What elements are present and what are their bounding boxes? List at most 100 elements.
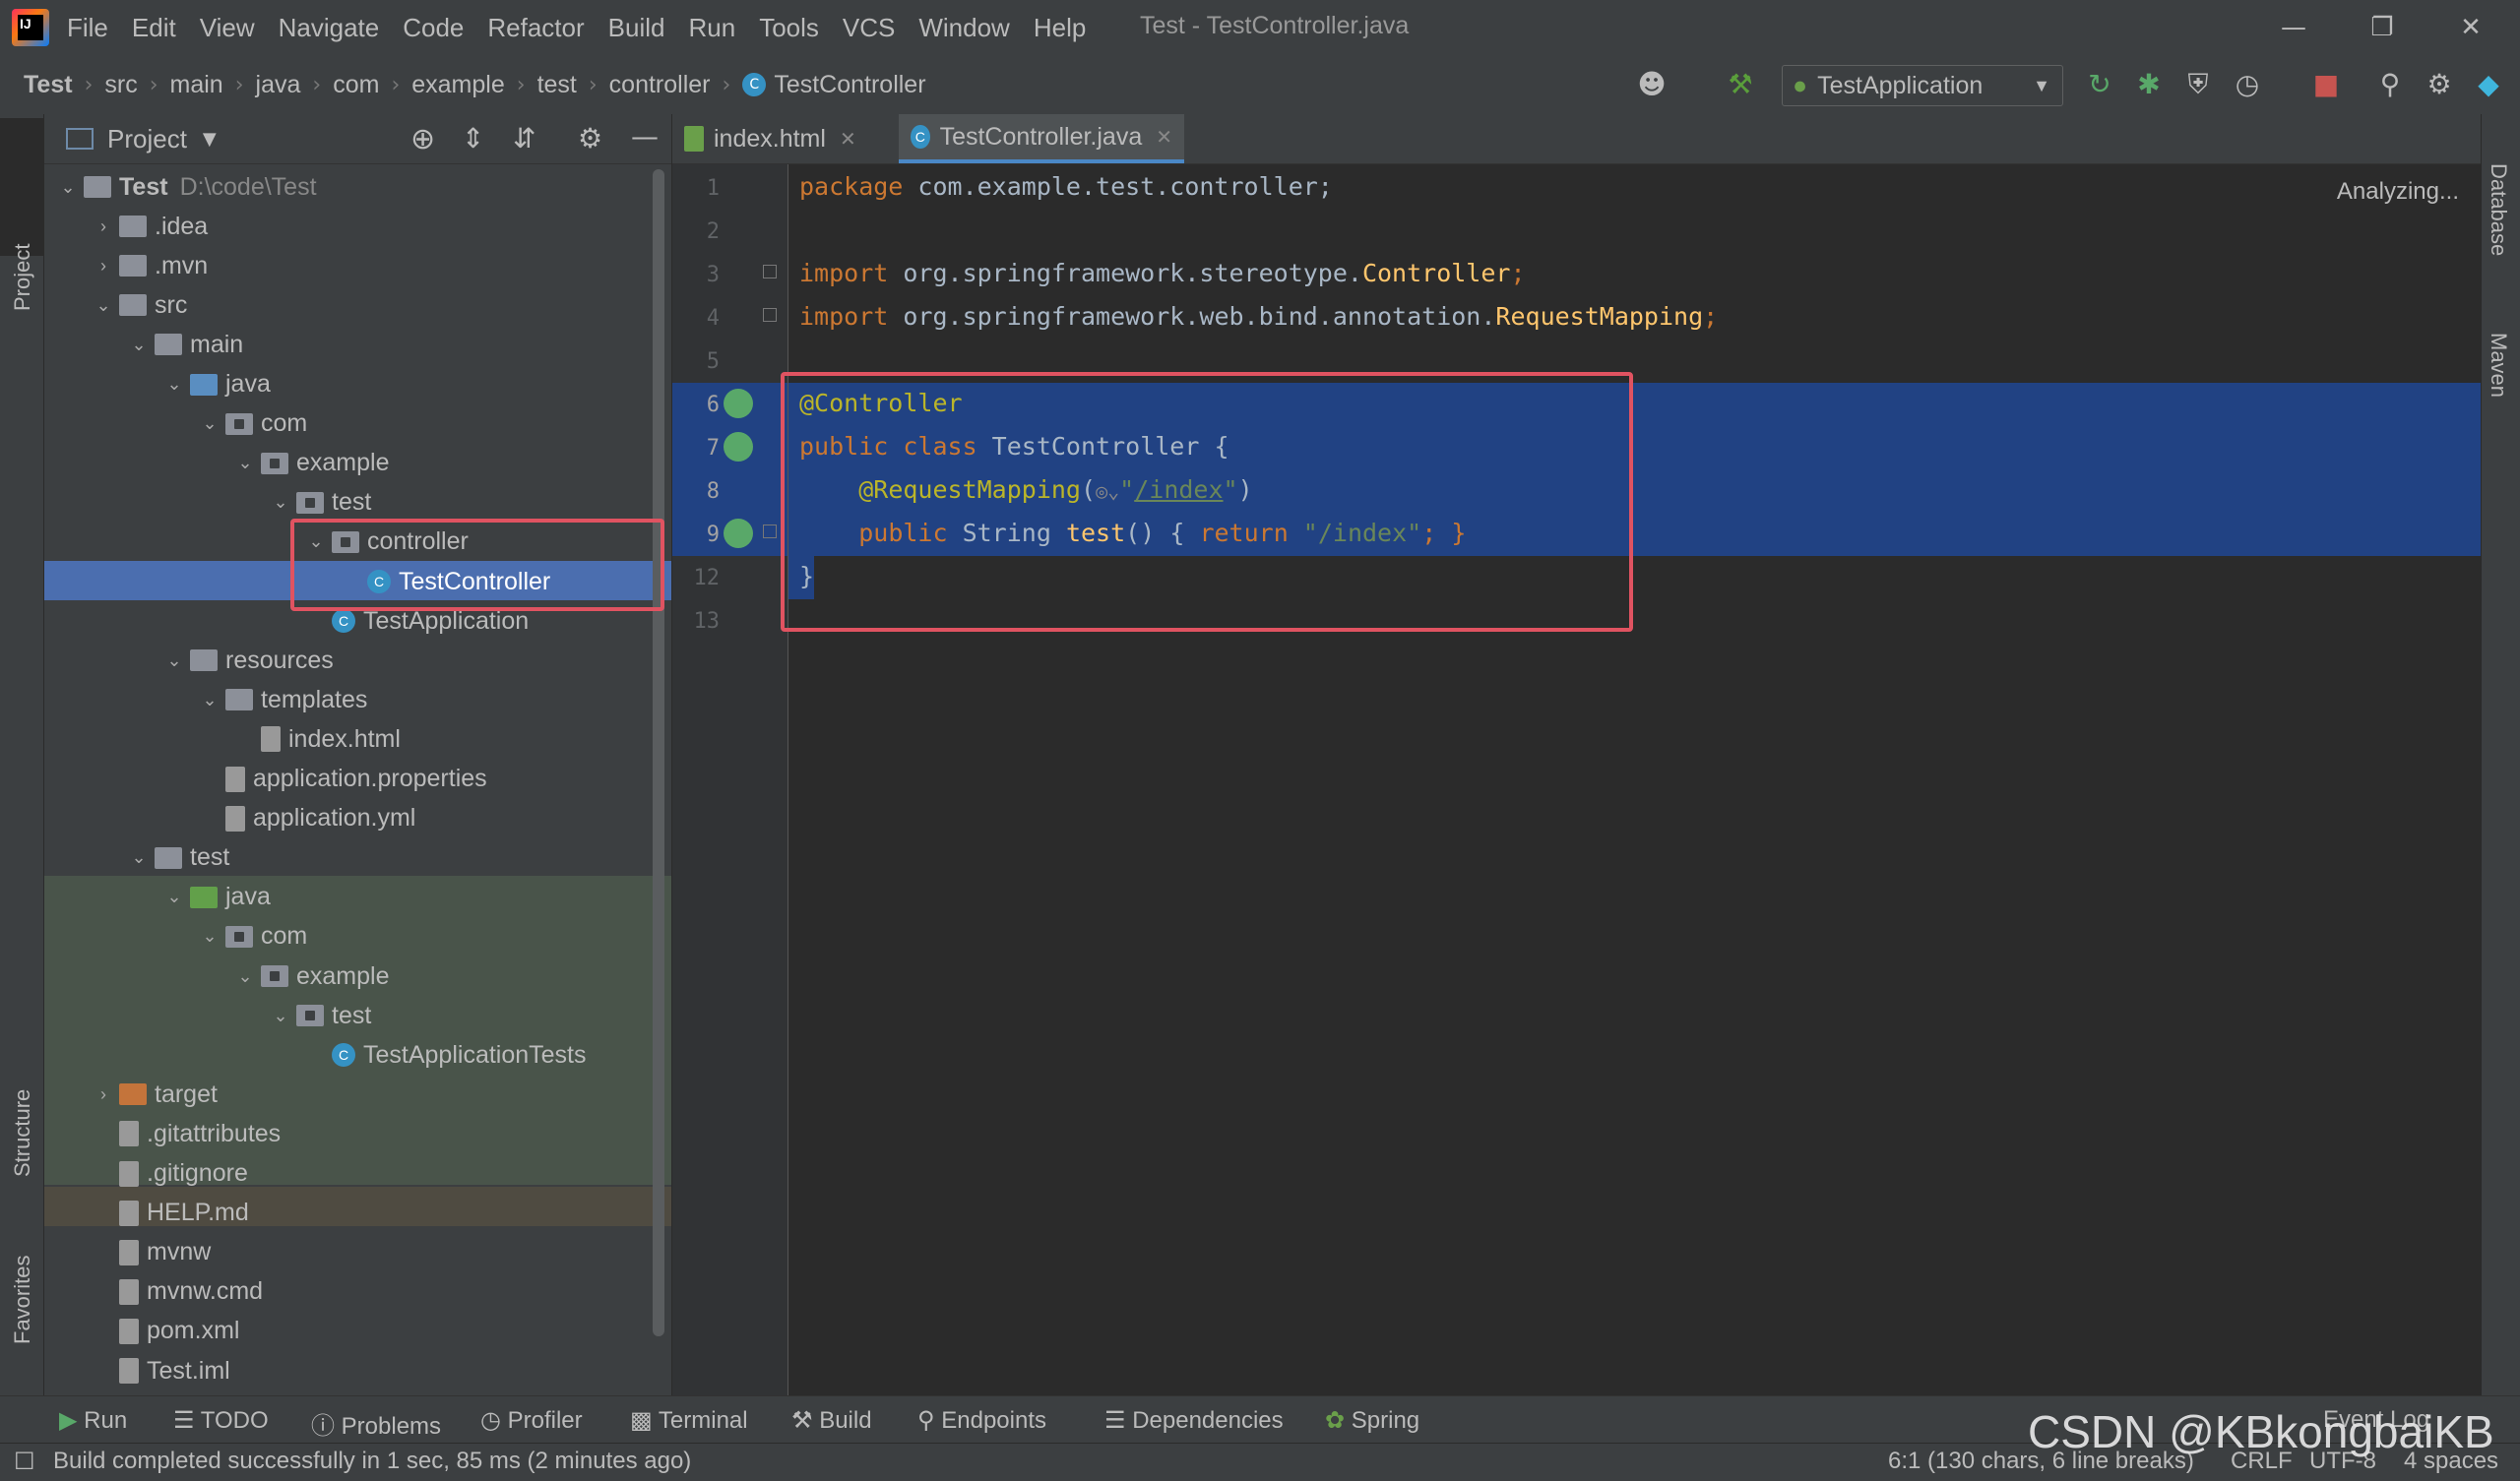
tree-item-test[interactable]: ⌄ test: [44, 996, 671, 1035]
structure-tool-tab[interactable]: Structure: [10, 1089, 35, 1177]
menu-help[interactable]: Help: [1034, 13, 1086, 43]
fold-icon[interactable]: [763, 308, 777, 322]
breadcrumb-com[interactable]: com: [333, 71, 379, 99]
tree-item-root[interactable]: ⌄ Test D:\code\Test: [44, 167, 671, 207]
tree-item-gitattributes[interactable]: .gitattributes: [44, 1114, 671, 1153]
tree-item-com[interactable]: ⌄ com: [44, 404, 671, 444]
tree-item-idea[interactable]: › .idea: [44, 207, 671, 246]
chevron-down-icon[interactable]: ⌄: [198, 690, 221, 710]
tree-item-mvn[interactable]: › .mvn: [44, 246, 671, 285]
spring-bean-icon[interactable]: [724, 389, 753, 418]
minimize-icon[interactable]: —: [2264, 8, 2323, 47]
menu-refactor[interactable]: Refactor: [487, 13, 584, 43]
close-tab-icon[interactable]: ✕: [1156, 125, 1172, 150]
chevron-down-icon[interactable]: ⌄: [198, 926, 221, 947]
status-box-icon[interactable]: ☐: [14, 1448, 35, 1476]
chevron-down-icon[interactable]: ⌄: [162, 374, 186, 395]
tree-item-target[interactable]: › target: [44, 1075, 671, 1114]
chevron-right-icon[interactable]: ›: [92, 256, 115, 277]
tree-item-templates[interactable]: ⌄ templates: [44, 680, 671, 719]
chevron-down-icon[interactable]: ⌄: [198, 413, 221, 434]
problems-tool-tab[interactable]: ⓘ Problems: [311, 1406, 441, 1441]
search-icon[interactable]: ⚲: [2372, 67, 2408, 102]
tree-item-java[interactable]: ⌄ java: [44, 878, 671, 917]
collapse-all-icon[interactable]: ⇵: [513, 122, 536, 154]
tree-item-test[interactable]: ⌄ test: [44, 483, 671, 523]
chevron-down-icon[interactable]: ⌄: [269, 1006, 292, 1026]
chevron-down-icon[interactable]: ⌄: [127, 335, 151, 355]
breadcrumb-test-pkg[interactable]: test: [537, 71, 577, 99]
maven-tool-tab[interactable]: Maven: [2486, 333, 2511, 398]
tree-item-gitignore[interactable]: .gitignore: [44, 1154, 671, 1194]
rerun-icon[interactable]: ↻: [2082, 67, 2117, 102]
stop-icon[interactable]: ■: [2308, 67, 2344, 102]
chevron-down-icon[interactable]: ▼: [203, 129, 217, 150]
chevron-down-icon[interactable]: ⌄: [269, 492, 292, 513]
coverage-icon[interactable]: ⛨: [2180, 67, 2216, 102]
chevron-down-icon[interactable]: ⌄: [56, 177, 80, 198]
request-mapping-icon[interactable]: [724, 519, 753, 548]
breadcrumb-controller[interactable]: controller: [609, 71, 711, 99]
tree-item-pom-xml[interactable]: pom.xml: [44, 1312, 671, 1351]
chevron-down-icon[interactable]: ⌄: [92, 295, 115, 316]
favorites-tool-tab[interactable]: Favorites: [10, 1256, 35, 1344]
menu-edit[interactable]: Edit: [132, 13, 176, 43]
spring-bean-icon[interactable]: [724, 432, 753, 462]
tab-index-html[interactable]: index.html ✕: [672, 114, 885, 163]
tree-item-test-iml[interactable]: Test.iml: [44, 1351, 671, 1390]
breadcrumb-java[interactable]: java: [256, 71, 301, 99]
tree-item-test[interactable]: ⌄ test: [44, 838, 671, 878]
breadcrumb-example[interactable]: example: [411, 71, 505, 99]
menu-tools[interactable]: Tools: [759, 13, 819, 43]
menu-build[interactable]: Build: [608, 13, 665, 43]
profile-icon[interactable]: ◷: [2230, 67, 2265, 102]
chevron-down-icon[interactable]: ⌄: [233, 453, 257, 473]
tree-item-application-properties[interactable]: application.properties: [44, 760, 671, 799]
locate-icon[interactable]: ⊕: [410, 122, 435, 156]
spring-tool-tab[interactable]: ✿ Spring: [1325, 1406, 1419, 1435]
gear-icon[interactable]: ⚙: [2422, 67, 2457, 102]
tree-item-example[interactable]: ⌄ example: [44, 444, 671, 483]
gear-icon[interactable]: ⚙: [578, 122, 602, 154]
code-editor[interactable]: Analyzing... package com.example.test.co…: [788, 164, 2481, 1395]
tree-item-index-html[interactable]: index.html: [44, 719, 671, 759]
build-tool-tab[interactable]: ⚒ Build: [791, 1406, 872, 1435]
chevron-down-icon[interactable]: ⌄: [162, 650, 186, 671]
breadcrumb-test[interactable]: Test: [24, 71, 73, 99]
tree-item-testapplicationtests[interactable]: C TestApplicationTests: [44, 1035, 671, 1075]
tree-item-example[interactable]: ⌄ example: [44, 956, 671, 996]
breadcrumb-src[interactable]: src: [104, 71, 137, 99]
menu-file[interactable]: File: [67, 13, 108, 43]
chevron-right-icon[interactable]: ›: [92, 216, 115, 237]
run-tool-tab[interactable]: ▶ Run: [59, 1406, 127, 1435]
debug-icon[interactable]: ✱: [2131, 67, 2167, 102]
restore-icon[interactable]: ❐: [2353, 8, 2412, 47]
tree-item-main[interactable]: ⌄ main: [44, 325, 671, 364]
project-panel-title[interactable]: Project: [107, 124, 187, 154]
tab-testcontroller-java[interactable]: C TestController.java ✕: [899, 114, 1184, 163]
project-tool-tab[interactable]: Project: [10, 244, 35, 311]
fold-icon[interactable]: [763, 525, 777, 538]
chevron-down-icon[interactable]: ⌄: [127, 847, 151, 868]
todo-tool-tab[interactable]: ☰ TODO: [173, 1406, 269, 1435]
tree-item-java[interactable]: ⌄ java: [44, 365, 671, 404]
tree-item-help-md[interactable]: HELP.md: [44, 1194, 671, 1233]
close-icon[interactable]: ✕: [2441, 8, 2500, 47]
menu-navigate[interactable]: Navigate: [279, 13, 380, 43]
tree-item-application-yml[interactable]: application.yml: [44, 799, 671, 838]
menu-view[interactable]: View: [200, 13, 255, 43]
hide-icon[interactable]: —: [631, 120, 659, 153]
menu-vcs[interactable]: VCS: [843, 13, 895, 43]
terminal-tool-tab[interactable]: ▩ Terminal: [630, 1406, 748, 1435]
dependencies-tool-tab[interactable]: ☰ Dependencies: [1104, 1406, 1284, 1435]
menu-window[interactable]: Window: [918, 13, 1009, 43]
tree-item-mvnw-cmd[interactable]: mvnw.cmd: [44, 1272, 671, 1312]
breadcrumb-main[interactable]: main: [170, 71, 223, 99]
endpoints-tool-tab[interactable]: ⚲ Endpoints: [917, 1406, 1046, 1435]
run-config-select[interactable]: ● TestApplication ▼: [1782, 65, 2063, 106]
user-icon[interactable]: ☻: [1634, 67, 1670, 102]
breadcrumb-testcontroller[interactable]: TestController: [774, 71, 925, 99]
fold-icon[interactable]: [763, 265, 777, 278]
database-tool-tab[interactable]: Database: [2486, 163, 2511, 256]
chevron-down-icon[interactable]: ⌄: [162, 887, 186, 907]
